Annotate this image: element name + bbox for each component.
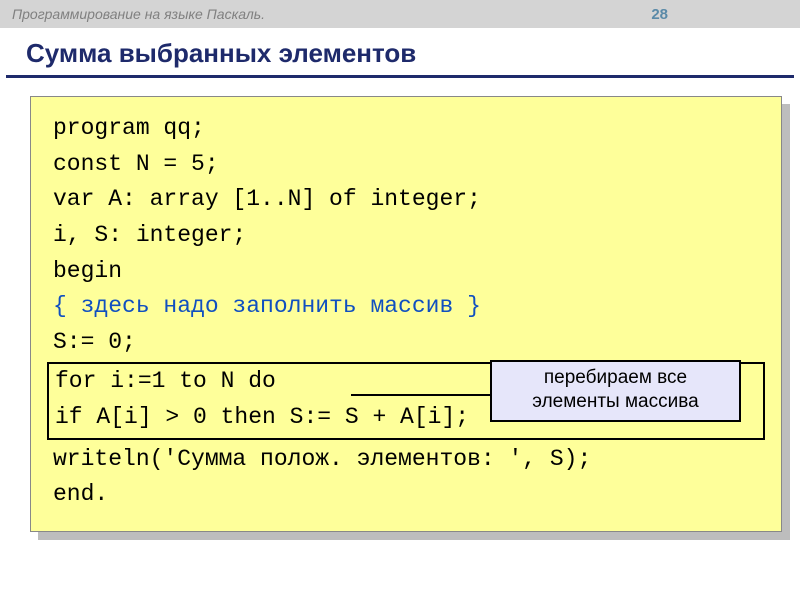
page-title: Сумма выбранных элементов [6, 28, 794, 78]
code-line: const N = 5; [53, 147, 759, 183]
code-line: var A: array [1..N] of integer; [53, 182, 759, 218]
callout-text: элементы массива [498, 390, 733, 414]
page-number: 28 [651, 6, 668, 23]
code-comment: { здесь надо заполнить массив } [53, 289, 759, 325]
code-line: writeln('Сумма полож. элементов: ', S); [53, 442, 759, 478]
breadcrumb: Программирование на языке Паскаль. [12, 6, 265, 22]
code-line: end. [53, 477, 759, 513]
code-line: program qq; [53, 111, 759, 147]
code-line: S:= 0; [53, 325, 759, 361]
code-block: program qq; const N = 5; var A: array [1… [30, 96, 782, 532]
code-container: program qq; const N = 5; var A: array [1… [30, 96, 782, 532]
code-line: i, S: integer; [53, 218, 759, 254]
header-bar: Программирование на языке Паскаль. 28 [0, 0, 800, 28]
code-line: begin [53, 254, 759, 290]
callout-box: перебираем все элементы массива [490, 360, 741, 422]
callout-text: перебираем все [498, 366, 733, 390]
callout-leader-line [351, 394, 501, 396]
